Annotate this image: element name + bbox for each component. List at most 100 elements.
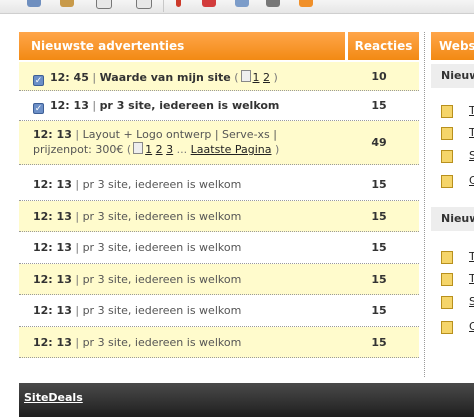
ad-time: 12: 13 <box>33 336 72 349</box>
close-paren: ) <box>273 71 278 84</box>
ad-title[interactable]: pr 3 site, iedereen is welkom <box>83 273 242 286</box>
ad-row[interactable]: 12: 13 | pr 3 site, iedereen is welkom 1… <box>19 295 419 327</box>
toolbar-divider <box>163 0 164 12</box>
sidebar-link-label[interactable]: T <box>469 250 474 263</box>
sidebar-link-label[interactable]: T <box>469 104 474 117</box>
ad-row[interactable]: 12: 13 | Layout + Logo ontwerp | Serve-x… <box>19 121 419 165</box>
ad-title[interactable]: pr 3 site, iedereen is welkom <box>83 241 242 254</box>
panel-title: Nieuwste advertenties <box>19 32 345 60</box>
page-link[interactable]: 2 <box>263 71 270 84</box>
panel-header: Nieuwste advertenties Reacties <box>19 32 419 60</box>
sidebar-link-label[interactable]: S <box>469 149 474 162</box>
ad-row[interactable]: 12: 13 | pr 3 site, iedereen is welkom 1… <box>19 327 419 358</box>
ad-row[interactable]: ✓ 12: 45 | Waarde van mijn site (1 2 ) 10 <box>19 62 419 91</box>
separator: | <box>75 273 80 286</box>
checkbox-icon[interactable]: ✓ <box>33 103 44 114</box>
pin-icon[interactable] <box>176 0 181 7</box>
sidebar-section-header: Nieuw <box>431 64 474 88</box>
ad-time: 12: 45 <box>50 71 89 84</box>
footer-bar: SiteDeals <box>19 383 474 417</box>
sidebar-link-label[interactable]: C <box>469 174 474 187</box>
separator: | <box>75 210 80 223</box>
separator: | <box>92 99 97 112</box>
sidebar-link[interactable]: C <box>441 320 474 336</box>
note-icon <box>441 175 453 188</box>
sidebar-title: Websi <box>431 32 474 60</box>
ad-title[interactable]: pr 3 site, iedereen is welkom <box>83 178 242 191</box>
sidebar-link-label[interactable]: C <box>469 320 474 333</box>
sidebar-link[interactable]: T <box>441 126 474 142</box>
note-icon <box>441 296 453 309</box>
globe-icon[interactable] <box>27 0 41 7</box>
checkbox-icon[interactable]: ✓ <box>33 75 44 86</box>
reply-count: 15 <box>371 336 387 349</box>
ad-time: 12: 13 <box>50 99 89 112</box>
sidebar-link[interactable]: C <box>441 174 474 190</box>
reply-count: 15 <box>371 304 387 317</box>
pages-icon <box>240 70 251 82</box>
reply-count: 49 <box>371 136 387 149</box>
reply-count: 15 <box>371 99 387 112</box>
users-icon[interactable] <box>235 0 249 7</box>
separator: | <box>75 178 80 191</box>
open-paren: ( <box>234 71 239 84</box>
sidebar-link-label[interactable]: T <box>469 272 474 285</box>
ad-row[interactable]: ✓ 12: 13 | pr 3 site, iedereen is welkom … <box>19 91 419 121</box>
sidebar-section-header: Nieuw <box>431 207 474 231</box>
ad-title[interactable]: Waarde van mijn site <box>100 71 231 84</box>
page-link[interactable]: 3 <box>166 143 173 156</box>
ad-title[interactable]: pr 3 site, iedereen is welkom <box>83 336 242 349</box>
reacties-header: Reacties <box>348 32 419 60</box>
sidebar-link[interactable]: T <box>441 104 474 120</box>
ad-row[interactable]: 12: 13 | pr 3 site, iedereen is welkom 1… <box>19 201 419 232</box>
delete-icon[interactable] <box>202 0 216 7</box>
rss-icon[interactable] <box>299 0 313 7</box>
ellipsis: ... <box>176 143 188 156</box>
note-icon <box>441 321 453 334</box>
newest-ads-panel: Nieuwste advertenties Reacties ✓ 12: 45 |… <box>19 32 419 362</box>
page-link[interactable]: 2 <box>156 143 163 156</box>
reply-count: 15 <box>371 178 387 191</box>
sidebar-link[interactable]: S <box>441 149 474 165</box>
page-icon[interactable] <box>96 0 112 9</box>
ad-row[interactable]: 12: 13 | pr 3 site, iedereen is welkom 1… <box>19 232 419 264</box>
separator: | <box>92 71 97 84</box>
reply-count: 10 <box>371 70 387 83</box>
separator: | <box>75 336 80 349</box>
ad-time: 12: 13 <box>33 241 72 254</box>
close-paren: ) <box>275 143 280 156</box>
note-icon <box>441 150 453 163</box>
edit-icon[interactable] <box>136 0 152 9</box>
reply-count: 15 <box>371 210 387 223</box>
ad-title[interactable]: pr 3 site, iedereen is welkom <box>83 210 242 223</box>
separator: | <box>75 241 80 254</box>
pages-icon <box>133 142 144 154</box>
ad-row[interactable]: 12: 13 | pr 3 site, iedereen is welkom 1… <box>19 264 419 295</box>
ad-time: 12: 13 <box>33 273 72 286</box>
reply-count: 15 <box>371 273 387 286</box>
column-divider <box>424 32 425 377</box>
ad-time: 12: 13 <box>33 210 72 223</box>
ad-title[interactable]: pr 3 site, iedereen is welkom <box>83 304 242 317</box>
ad-time: 12: 13 <box>33 178 72 191</box>
settings-icon[interactable] <box>60 0 74 7</box>
footer-link[interactable]: SiteDeals <box>24 391 83 404</box>
sidebar-link[interactable]: T <box>441 272 474 288</box>
speaker-icon[interactable] <box>266 0 280 7</box>
last-page-link[interactable]: Laatste Pagina <box>191 143 272 156</box>
separator: | <box>75 304 80 317</box>
separator: | <box>75 128 80 141</box>
note-icon <box>441 251 453 264</box>
top-toolbar <box>0 0 474 14</box>
page-link[interactable]: 1 <box>145 143 152 156</box>
sidebar-link-label[interactable]: S <box>469 295 474 308</box>
sidebar-link[interactable]: T <box>441 250 474 266</box>
ad-time: 12: 13 <box>33 304 72 317</box>
note-icon <box>441 127 453 140</box>
sidebar-link-label[interactable]: T <box>469 126 474 139</box>
ad-time: 12: 13 <box>33 128 72 141</box>
ad-row[interactable]: 12: 13 | pr 3 site, iedereen is welkom 1… <box>19 169 419 201</box>
ad-title[interactable]: pr 3 site, iedereen is welkom <box>100 99 280 112</box>
sidebar-link[interactable]: S <box>441 295 474 311</box>
page-link[interactable]: 1 <box>253 71 260 84</box>
